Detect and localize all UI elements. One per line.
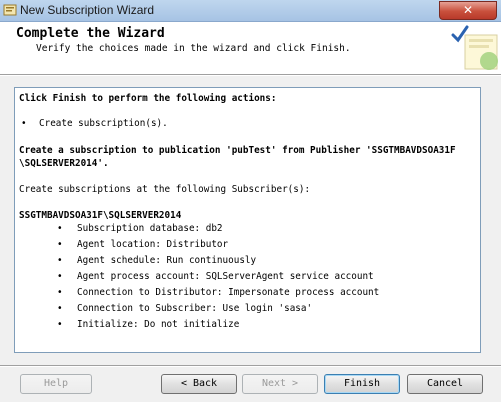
detail-item: Subscription database: db2 [77,223,223,234]
detail-item: Agent schedule: Run continuously [77,255,257,266]
app-icon [3,4,17,16]
detail-item: Agent location: Distributor [77,239,229,250]
close-icon: ✕ [462,3,474,17]
detail-item: Connection to Subscriber: Use login 'sas… [77,303,313,314]
detail-item: Connection to Distributor: Impersonate p… [77,287,380,298]
next-button[interactable]: Next > [242,374,318,394]
action-item: Create subscription(s). [39,118,168,129]
header-divider [0,74,501,76]
bullet-icon: • [57,239,63,250]
wizard-header: Complete the Wizard Verify the choices m… [0,22,501,74]
help-button[interactable]: Help [20,374,92,394]
finish-button[interactable]: Finish [324,374,400,394]
title-bar[interactable]: New Subscription Wizard ✕ [0,0,501,22]
summary-panel[interactable]: Click Finish to perform the following ac… [14,87,481,353]
bullet-icon: • [57,271,63,282]
wizard-checkmark-icon [451,25,498,70]
detail-item: Agent process account: SQLServerAgent se… [77,271,374,282]
page-subtitle: Verify the choices made in the wizard an… [36,43,351,54]
cancel-button[interactable]: Cancel [407,374,483,394]
back-button[interactable]: < Back [161,374,237,394]
window-title: New Subscription Wizard [20,3,155,17]
close-button[interactable]: ✕ [439,1,497,20]
page-title: Complete the Wizard [16,26,165,41]
bullet-icon: • [57,255,63,266]
bullet-icon: • [21,118,27,129]
footer-divider [0,365,501,367]
publication-line-1: Create a subscription to publication 'pu… [19,145,456,156]
publication-line-2: \SQLSERVER2014'. [19,158,109,169]
subscriber-name: SSGTMBAVDSOA31F\SQLSERVER2014 [19,210,182,221]
bullet-icon: • [57,303,63,314]
bullet-icon: • [57,223,63,234]
bullet-icon: • [57,319,63,330]
summary-heading: Click Finish to perform the following ac… [19,93,277,104]
subscribers-intro: Create subscriptions at the following Su… [19,184,311,195]
detail-item: Initialize: Do not initialize [77,319,240,330]
bullet-icon: • [57,287,63,298]
